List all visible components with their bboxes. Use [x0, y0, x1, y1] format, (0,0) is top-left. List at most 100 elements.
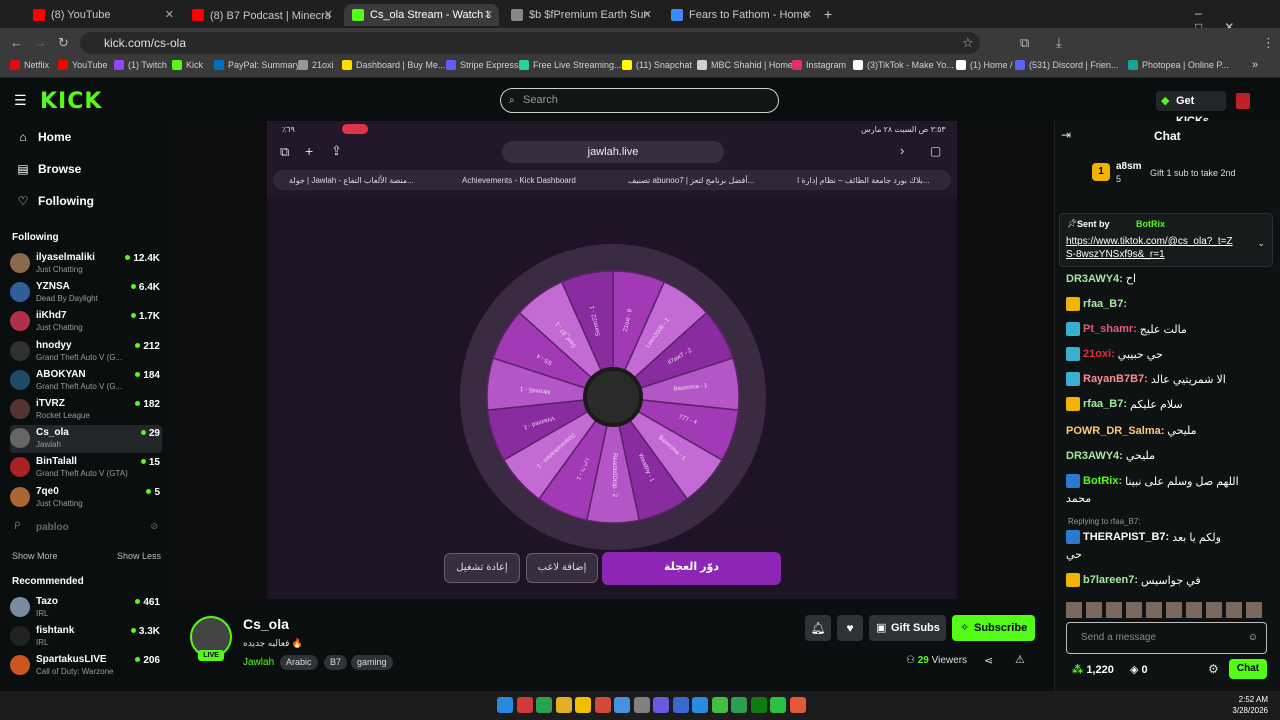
recommended-item-tazo[interactable]: Tazo IRL 461 [10, 594, 162, 622]
taskbar-app-icon[interactable] [497, 697, 513, 713]
url-bar[interactable]: kick.com/cs-ola [80, 32, 980, 54]
emoji-icon[interactable]: ☺ [1248, 623, 1258, 653]
chat-username[interactable]: Pt_shamr: [1083, 323, 1137, 335]
chat-settings-icon[interactable]: ⚙ [1208, 662, 1219, 676]
taskbar-app-icon[interactable] [672, 697, 689, 713]
close-icon[interactable]: ✕ [803, 8, 812, 21]
extensions-icon[interactable]: ⧉ [1020, 35, 1029, 51]
collapse-chat-icon[interactable]: ⇥ [1061, 128, 1071, 142]
show-more-link[interactable]: Show More [12, 551, 58, 561]
bookmark-item[interactable]: (1) Home / X [956, 60, 1021, 70]
channel-name[interactable]: Cs_ola [243, 616, 289, 632]
bookmark-item[interactable]: (531) Discord | Frien... [1015, 60, 1118, 70]
bookmark-item[interactable]: (3)TikTok - Make Yo... [853, 60, 954, 70]
user-avatar[interactable] [1236, 93, 1250, 109]
chat-username[interactable]: RayanB7B7: [1083, 373, 1148, 385]
bookmark-item[interactable]: MBC Shahid | Home [697, 60, 793, 70]
channel-points[interactable]: ⁂ 1,220 [1072, 663, 1114, 676]
chat-username[interactable]: DR3AWY4: [1066, 450, 1123, 462]
chat-username[interactable]: 21oxi: [1083, 348, 1115, 360]
close-icon[interactable]: ✕ [324, 8, 333, 21]
sidebar-item-itvrz[interactable]: iTVRZ Rocket League 182 [10, 396, 162, 424]
chevron-down-icon[interactable]: ⌄ [1257, 238, 1265, 249]
close-icon[interactable]: ✕ [484, 8, 493, 21]
browser-tab[interactable]: (8) B7 Podcast | Minecraft | ٩✕ [184, 4, 339, 26]
browser-tab[interactable]: $b $fPremium Earth Survival $✕ [503, 4, 658, 26]
chat-username[interactable]: rfaa_B7: [1083, 398, 1127, 410]
sidebar-item-7qe0[interactable]: 7qe0 Just Chatting 5 [10, 484, 162, 512]
search-input[interactable]: ⌕ Search [500, 88, 779, 113]
chat-username[interactable]: b7lareen7: [1083, 574, 1138, 586]
close-icon[interactable]: ✕ [643, 8, 652, 21]
chat-username[interactable]: BotRix: [1083, 475, 1122, 487]
tag-arabic[interactable]: Arabic [280, 655, 318, 670]
sidebar-item-cs_ola[interactable]: Cs_ola Jawlah 29 [10, 425, 162, 454]
star-icon[interactable]: ☆ [962, 35, 974, 51]
browser-tab[interactable]: Cs_ola Stream - Watch Live✕ [344, 4, 499, 26]
bookmark-item[interactable]: (11) Snapchat [622, 60, 692, 70]
sidebar-item-pabloo[interactable]: ᑭ pabloo ⊘ [10, 520, 162, 536]
download-icon[interactable]: ⤓ [1056, 35, 1062, 51]
chat-username[interactable]: POWR_DR_Salma: [1066, 425, 1164, 437]
tag-gaming[interactable]: gaming [351, 655, 393, 670]
recommended-item-spartakuslive[interactable]: SpartakusLIVE Call of Duty: Warzone 206 [10, 652, 162, 680]
kick-logo[interactable]: KICK [40, 89, 102, 114]
stream-category[interactable]: Jawlah [243, 657, 274, 668]
kicks-balance[interactable]: ◈ 0 [1130, 663, 1148, 676]
sidebar-item-ilyaselmaliki[interactable]: ilyaselmaliki Just Chatting 12.4K [10, 250, 162, 278]
sidebar-item-abokyan[interactable]: ABOKYAN Grand Theft Auto V (G... 184 [10, 367, 162, 395]
bookmark-item[interactable]: (1) Twitch [114, 60, 167, 70]
bookmark-item[interactable]: Netflix [10, 60, 49, 70]
chat-username[interactable]: THERAPIST_B7: [1083, 531, 1169, 543]
taskbar-app-icon[interactable] [536, 697, 552, 713]
sidebar-item-iikhd7[interactable]: iiKhd7 Just Chatting 1.7K [10, 308, 162, 336]
new-tab-button[interactable]: + [824, 6, 832, 22]
taskbar-app-icon[interactable] [750, 697, 767, 713]
sidebar-item-hnodyy[interactable]: hnodyy Grand Theft Auto V (G... 212 [10, 338, 162, 366]
bookmark-item[interactable]: Stripe Express [446, 60, 519, 70]
sidebar-item-following[interactable]: ♡ Following [16, 194, 94, 208]
chat-input[interactable]: Send a message ☺ [1066, 622, 1267, 654]
show-less-link[interactable]: Show Less [117, 551, 161, 561]
taskbar-app-icon[interactable] [789, 697, 806, 713]
sidebar-item-home[interactable]: ⌂ Home [16, 130, 71, 144]
tag-b7[interactable]: B7 [324, 655, 348, 670]
sidebar-item-bintalall[interactable]: BinTalall Grand Theft Auto V (GTA) 15 [10, 454, 162, 482]
chat-send-button[interactable]: Chat [1229, 659, 1267, 679]
get-kicks-button[interactable]: ◆Get KICKs [1156, 91, 1226, 127]
bookmark-item[interactable]: 21oxi [298, 60, 334, 70]
taskbar-app-icon[interactable] [594, 697, 611, 713]
taskbar-app-icon[interactable] [614, 697, 630, 713]
chat-username[interactable]: DR3AWY4: [1066, 273, 1123, 285]
taskbar-app-icon[interactable] [770, 697, 786, 713]
bookmark-item[interactable]: Free Live Streaming... [519, 60, 622, 70]
report-icon[interactable]: ⚠ [1015, 653, 1025, 666]
taskbar-app-icon[interactable] [692, 697, 708, 713]
taskbar-clock[interactable]: 2:52 AM 3/28/2026 [1230, 694, 1268, 716]
forward-icon[interactable]: → [34, 35, 47, 50]
taskbar-app-icon[interactable] [516, 697, 533, 713]
pinned-message[interactable]: 📌︎ Sent by BotRix https://www.tiktok.com… [1059, 213, 1273, 267]
notification-bell-button[interactable]: 🔔︎ [805, 615, 831, 641]
back-icon[interactable]: ← [10, 35, 23, 50]
pinned-link[interactable]: https://www.tiktok.com/@cs_ola?_t=ZS-8ws… [1066, 235, 1236, 261]
taskbar-app-icon[interactable] [555, 697, 572, 713]
hamburger-icon[interactable]: ☰ [14, 92, 27, 109]
close-icon[interactable]: ✕ [165, 8, 174, 21]
bookmark-item[interactable]: Dashboard | Buy Me... [342, 60, 445, 70]
taskbar-app-icon[interactable] [575, 697, 591, 713]
bookmark-item[interactable]: YouTube [58, 60, 107, 70]
taskbar-app-icon[interactable] [711, 697, 728, 713]
bookmark-item[interactable]: Kick [172, 60, 203, 70]
recommended-item-fishtank[interactable]: fishtank IRL 3.3K [10, 623, 162, 651]
reload-icon[interactable]: ↻ [58, 35, 69, 51]
follow-heart-button[interactable]: ♥ [837, 615, 863, 641]
bookmark-item[interactable]: PayPal: Summary [214, 60, 300, 70]
sidebar-item-yznsa[interactable]: YZNSA Dead By Daylight 6.4K [10, 279, 162, 307]
browser-tab[interactable]: (8) YouTube ✕ [25, 4, 180, 26]
bookmark-item[interactable]: Photopea | Online P... [1128, 60, 1229, 70]
menu-icon[interactable]: ⋮ [1262, 35, 1275, 51]
subscribe-button[interactable]: ✧ Subscribe [952, 615, 1035, 641]
taskbar-app-icon[interactable] [653, 697, 669, 713]
browser-tab[interactable]: Fears to Fathom - Home Alone✕ [663, 4, 818, 26]
